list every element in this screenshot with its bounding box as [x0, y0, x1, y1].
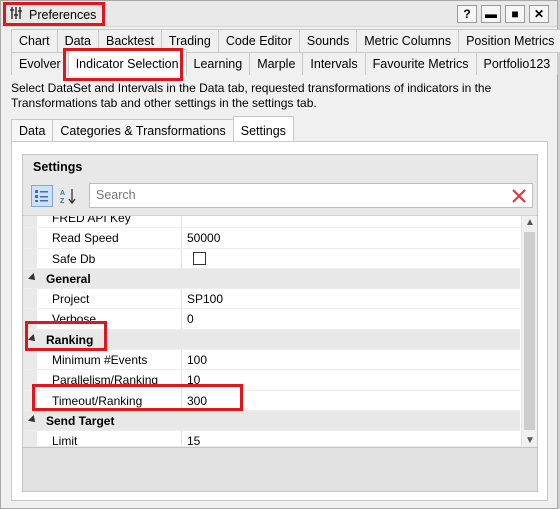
property-value[interactable]: 300: [187, 394, 207, 408]
collapse-arrow-icon[interactable]: [28, 415, 38, 425]
subtab-categories-transformations[interactable]: Categories & Transformations: [52, 119, 234, 142]
tab-metric-columns[interactable]: Metric Columns: [356, 29, 460, 52]
sort-az-icon[interactable]: A Z: [57, 185, 79, 207]
property-name: Minimum #Events: [52, 353, 148, 368]
collapse-arrow-icon[interactable]: [28, 272, 38, 283]
subtab-row: Data Categories & Transformations Settin…: [11, 116, 294, 143]
tab-indicator-selection[interactable]: Indicator Selection: [67, 49, 187, 76]
tab-row-2: Evolver Indicator Selection Learning Mar…: [11, 49, 559, 76]
property-value[interactable]: 10: [187, 373, 200, 387]
scroll-up-icon[interactable]: ▲: [525, 217, 535, 228]
property-row-fred-api-key[interactable]: FRED API Key: [23, 215, 520, 229]
title-bar: Preferences ? ▬ ■ ✕: [1, 1, 557, 27]
property-name: Verbose: [52, 312, 97, 327]
scroll-down-icon[interactable]: ▼: [525, 435, 535, 446]
property-row-project[interactable]: Project SP100: [23, 289, 520, 310]
safe-db-checkbox[interactable]: [193, 251, 206, 265]
property-name: Parallelism/Ranking: [52, 373, 159, 388]
property-row-verbose[interactable]: Verbose 0: [23, 309, 520, 330]
category-row-general[interactable]: General: [23, 268, 520, 290]
property-description-area: [23, 447, 537, 491]
subtab-settings[interactable]: Settings: [232, 116, 294, 143]
maximize-button[interactable]: ■: [505, 5, 525, 23]
help-button[interactable]: ?: [457, 5, 477, 23]
category-name: Send Target: [46, 413, 115, 428]
tab-position-metrics[interactable]: Position Metrics: [458, 29, 560, 52]
tab-intervals[interactable]: Intervals: [302, 52, 366, 75]
property-value[interactable]: 0: [187, 312, 194, 326]
tab-learning[interactable]: Learning: [185, 52, 251, 75]
svg-text:A: A: [60, 190, 65, 197]
search-input[interactable]: [90, 184, 490, 206]
clear-search-icon[interactable]: [510, 187, 528, 205]
svg-text:Z: Z: [60, 198, 65, 205]
search-field[interactable]: [89, 183, 533, 208]
property-row-minimum-events[interactable]: Minimum #Events 100: [23, 350, 520, 371]
scroll-thumb[interactable]: [524, 232, 535, 430]
property-row-safe-db[interactable]: Safe Db: [23, 248, 520, 269]
property-name: FRED API Key: [52, 215, 131, 225]
tab-evolver[interactable]: Evolver: [11, 52, 69, 75]
subtab-data[interactable]: Data: [11, 119, 54, 142]
category-name: Ranking: [46, 332, 94, 347]
settings-title: Settings: [33, 160, 83, 174]
tab-marple[interactable]: Marple: [249, 52, 304, 75]
close-button[interactable]: ✕: [529, 5, 549, 23]
property-grid-panel: Settings A Z Search FRED API Key Read Sp…: [22, 154, 538, 492]
tab-portfolio123[interactable]: Portfolio123: [475, 52, 559, 75]
tab-sounds[interactable]: Sounds: [298, 29, 358, 52]
property-name: Timeout/Ranking: [52, 393, 143, 408]
tab-chart[interactable]: Chart: [11, 29, 58, 52]
tab-code-editor[interactable]: Code Editor: [217, 29, 300, 52]
property-row-limit[interactable]: Limit 15: [23, 431, 520, 446]
property-row-parallelism-ranking[interactable]: Parallelism/Ranking 10: [23, 370, 520, 391]
category-name: General: [46, 271, 91, 286]
property-toolbar: A Z: [31, 183, 533, 209]
window-title: Preferences: [29, 7, 97, 22]
settings-content: Settings A Z Search FRED API Key Read Sp…: [11, 141, 548, 501]
categorized-icon[interactable]: [31, 185, 53, 207]
preferences-window: Preferences ? ▬ ■ ✕ Chart Data Backtest …: [0, 0, 560, 509]
tab-favourite-metrics[interactable]: Favourite Metrics: [364, 52, 477, 75]
property-value[interactable]: 15: [187, 434, 200, 446]
property-name: Safe Db: [52, 251, 96, 266]
property-grid: FRED API Key Read Speed 50000 Safe Db Ge…: [23, 215, 537, 446]
property-value[interactable]: SP100: [187, 292, 223, 306]
sliders-icon: [9, 6, 23, 23]
category-row-ranking[interactable]: Ranking: [23, 329, 520, 351]
collapse-arrow-icon[interactable]: [28, 333, 38, 344]
property-name: Project: [52, 292, 90, 307]
property-value[interactable]: 100: [187, 353, 207, 367]
property-row-timeout-ranking[interactable]: Timeout/Ranking 300: [23, 390, 520, 411]
property-value[interactable]: 50000: [187, 231, 220, 245]
minimize-button[interactable]: ▬: [481, 5, 501, 23]
vertical-scrollbar[interactable]: ▲ ▼: [521, 216, 537, 446]
property-name: Limit: [52, 434, 78, 446]
property-name: Read Speed: [52, 231, 119, 246]
description-text: Select DataSet and Intervals in the Data…: [11, 81, 492, 110]
property-row-read-speed[interactable]: Read Speed 50000: [23, 228, 520, 249]
category-row-send-target[interactable]: Send Target: [23, 410, 520, 432]
